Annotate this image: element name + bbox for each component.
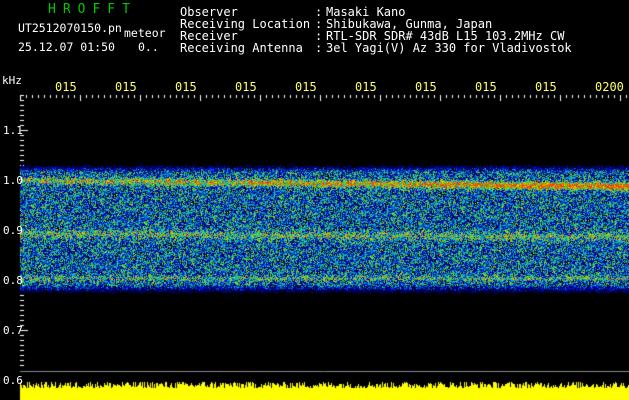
- antenna-value: 3el Yagi(V) Az 330 for Vladivostok: [326, 41, 572, 55]
- y-tick-label: 0.7: [3, 324, 23, 337]
- x-tick-label: 0200: [595, 80, 624, 94]
- antenna-label: Receiving Antenna: [180, 41, 303, 55]
- x-tick-label: 015: [55, 80, 77, 94]
- app-logo: HROFFT: [48, 2, 137, 17]
- y-tick-label: 1.1: [3, 124, 23, 137]
- x-tick-label: 015: [355, 80, 377, 94]
- date-time: 25.12.07 01:50: [18, 40, 115, 54]
- y-tick-label: 1.0: [3, 174, 23, 187]
- file-name: UT2512070150.pn: [18, 21, 122, 35]
- mode-label: meteor: [124, 26, 166, 40]
- x-tick-label: 015: [475, 80, 497, 94]
- y-tick-label: 0.9: [3, 224, 23, 237]
- x-tick-label: 015: [235, 80, 257, 94]
- axis-unit-label: kHz: [2, 74, 22, 87]
- x-tick-label: 015: [415, 80, 437, 94]
- x-tick-label: 015: [535, 80, 557, 94]
- y-tick-label: 0.6: [3, 374, 23, 387]
- spectrogram-canvas: [0, 0, 629, 400]
- y-tick-label: 0.8: [3, 274, 23, 287]
- x-tick-label: 015: [115, 80, 137, 94]
- x-tick-label: 015: [295, 80, 317, 94]
- x-tick-label: 015: [175, 80, 197, 94]
- antenna-colon: :: [315, 41, 323, 55]
- counter-text: 0..: [138, 40, 159, 54]
